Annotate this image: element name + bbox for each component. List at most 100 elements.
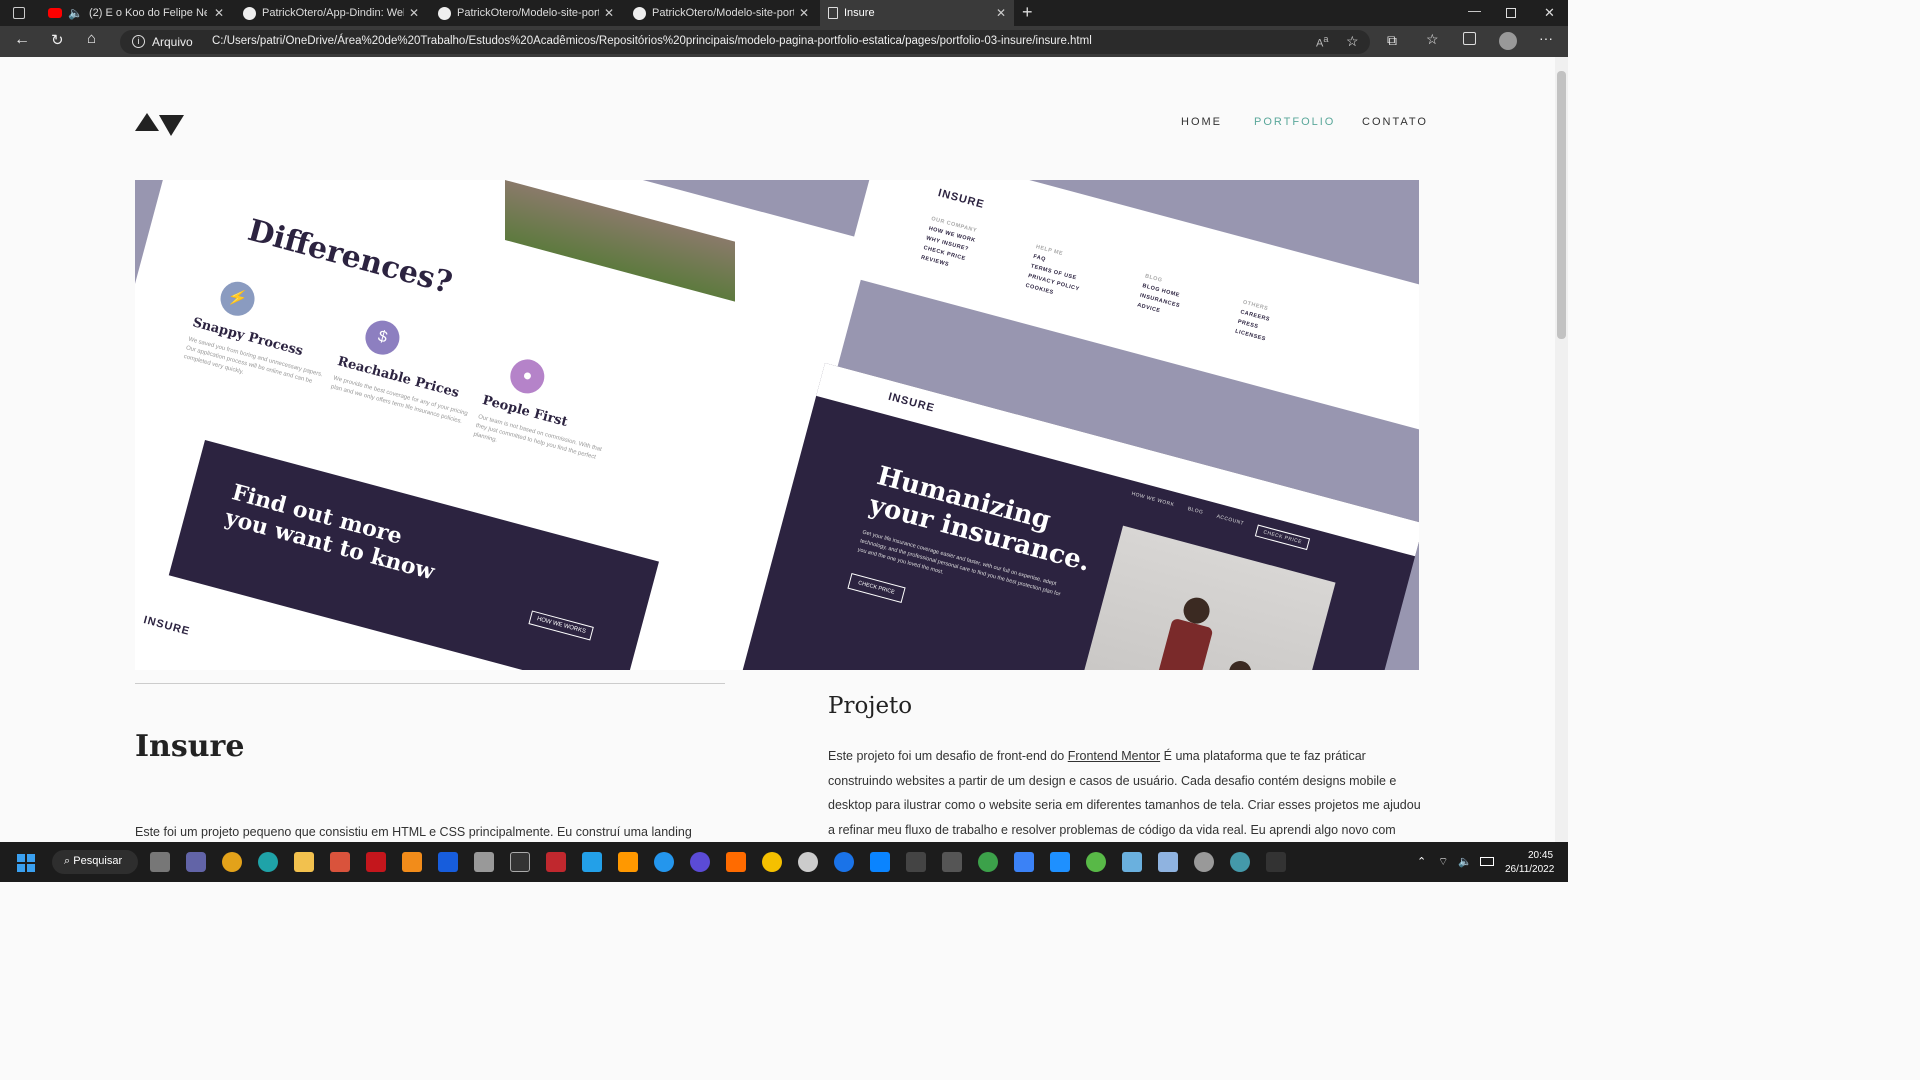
address-field[interactable]: i Arquivo C:/Users/patri/OneDrive/Área%2…: [120, 30, 1370, 54]
close-icon[interactable]: ✕: [799, 6, 809, 20]
back-icon[interactable]: ←: [14, 31, 30, 49]
taskbar-search[interactable]: ⌕ Pesquisar: [52, 850, 138, 874]
tab-actions-icon[interactable]: [13, 7, 25, 19]
project-summary: Este foi um projeto pequeno que consisti…: [135, 825, 692, 839]
sublime-icon[interactable]: [618, 852, 638, 872]
terminal-icon[interactable]: [510, 852, 530, 872]
lightning-icon: ⚡: [216, 277, 259, 320]
page-icon: [828, 7, 838, 19]
avatar[interactable]: [1499, 32, 1517, 50]
github-icon: [633, 6, 646, 20]
footer-logo: INSURE: [936, 187, 986, 211]
github-icon: [243, 6, 256, 20]
bitwarden-icon[interactable]: [438, 852, 458, 872]
taskbar-apps: [150, 852, 1286, 872]
restore-icon[interactable]: [1506, 8, 1516, 18]
terminal-icon[interactable]: [1266, 852, 1286, 872]
scrollbar[interactable]: [1555, 57, 1568, 842]
edge-icon[interactable]: [258, 852, 278, 872]
family-photo: [1068, 525, 1336, 670]
tab-github-modelo-1[interactable]: PatrickOtero/Modelo-site-portfo ✕: [430, 0, 622, 26]
devcpp-icon[interactable]: [546, 852, 566, 872]
nav-home[interactable]: HOME: [1181, 116, 1222, 128]
tab-title: PatrickOtero/Modelo-site-portfo: [457, 7, 599, 19]
app-icon[interactable]: [330, 852, 350, 872]
clock-time[interactable]: 20:45: [1528, 850, 1553, 861]
tab-github-dindin[interactable]: PatrickOtero/App-Dindin: Web-a ✕: [235, 0, 427, 26]
youtube-icon: [48, 8, 62, 18]
project-title: Insure: [135, 729, 245, 764]
hero-image: Differences? ⚡ Snappy Process We saved y…: [135, 180, 1419, 670]
app-icon[interactable]: [798, 852, 818, 872]
site-logo[interactable]: [135, 111, 185, 137]
tab-insure[interactable]: Insure ✕: [820, 0, 1014, 26]
app-icon[interactable]: [1194, 852, 1214, 872]
site-info-label[interactable]: Arquivo: [152, 35, 193, 49]
more-icon[interactable]: ···: [1539, 30, 1553, 46]
close-icon[interactable]: ✕: [996, 6, 1006, 20]
app-icon[interactable]: [942, 852, 962, 872]
tab-title: (2) E o Koo do Felipe Neto?: [88, 7, 207, 19]
utorrent-icon[interactable]: [1086, 852, 1106, 872]
feature-snappy: ⚡ Snappy Process We saved you from borin…: [182, 273, 341, 398]
app-icon[interactable]: [834, 852, 854, 872]
tab-title: PatrickOtero/App-Dindin: Web-a: [262, 7, 404, 19]
scrollbar-thumb[interactable]: [1557, 71, 1566, 339]
read-aloud-icon[interactable]: Aa: [1316, 34, 1328, 50]
minimize-icon[interactable]: —: [1468, 3, 1481, 18]
app-icon[interactable]: [1230, 852, 1250, 872]
tab-github-modelo-2[interactable]: PatrickOtero/Modelo-site-portfo ✕: [625, 0, 817, 26]
tab-title: Insure: [844, 7, 875, 19]
app-icon[interactable]: [978, 852, 998, 872]
docker-icon[interactable]: [654, 852, 674, 872]
url-text[interactable]: C:/Users/patri/OneDrive/Área%20de%20Trab…: [212, 35, 1092, 47]
app-icon[interactable]: [474, 852, 494, 872]
close-icon[interactable]: ✕: [214, 6, 224, 20]
nav-contato[interactable]: CONTATO: [1362, 116, 1428, 128]
search-icon: ⌕: [64, 855, 71, 867]
home-icon[interactable]: ⌂: [87, 30, 96, 47]
file-explorer-icon[interactable]: [294, 852, 314, 872]
task-view-icon[interactable]: [150, 852, 170, 872]
app-icon[interactable]: [1050, 852, 1070, 872]
clock-date[interactable]: 26/11/2022: [1505, 864, 1554, 875]
feature-prices: $ Reachable Prices We provide the best c…: [330, 312, 487, 428]
volume-icon[interactable]: 🔈: [1458, 855, 1472, 868]
app-icon[interactable]: [690, 852, 710, 872]
speaker-icon[interactable]: 🔈: [68, 6, 83, 20]
divider: [135, 683, 725, 684]
address-toolbar: ← ↻ ⌂ i Arquivo C:/Users/patri/OneDrive/…: [0, 26, 1568, 57]
chevron-up-icon[interactable]: ⌃: [1417, 855, 1426, 868]
extensions-icon[interactable]: ⧉: [1387, 32, 1397, 49]
info-icon[interactable]: i: [132, 35, 145, 48]
favorites-icon[interactable]: ☆: [1426, 31, 1439, 48]
github-icon: [438, 6, 451, 20]
close-icon[interactable]: ✕: [409, 6, 419, 20]
app-icon[interactable]: [726, 852, 746, 872]
app-icon[interactable]: [1122, 852, 1142, 872]
mockup-logo: INSURE: [886, 390, 936, 415]
app-icon[interactable]: [762, 852, 782, 872]
refresh-icon[interactable]: ↻: [51, 31, 64, 49]
close-window-icon[interactable]: ✕: [1544, 5, 1555, 21]
collections-icon[interactable]: [1463, 32, 1476, 45]
battery-icon[interactable]: [1480, 857, 1494, 866]
app-icon[interactable]: [906, 852, 926, 872]
tab-youtube[interactable]: 🔈 (2) E o Koo do Felipe Neto? ✕: [40, 0, 232, 26]
app-icon[interactable]: [870, 852, 890, 872]
nav-portfolio[interactable]: PORTFOLIO: [1254, 116, 1335, 128]
chrome-icon[interactable]: [222, 852, 242, 872]
favorite-icon[interactable]: ☆: [1346, 33, 1359, 50]
vscode-icon[interactable]: [582, 852, 602, 872]
vlc-icon[interactable]: [402, 852, 422, 872]
windows-start-icon[interactable]: [17, 854, 35, 872]
frontend-mentor-link[interactable]: Frontend Mentor: [1068, 749, 1160, 763]
app-icon[interactable]: [1158, 852, 1178, 872]
projeto-text-before: Este projeto foi um desafio de front-end…: [828, 749, 1068, 763]
wifi-icon[interactable]: ⌔: [1438, 855, 1448, 869]
pdf-icon[interactable]: [366, 852, 386, 872]
new-tab-icon[interactable]: +: [1022, 2, 1033, 23]
close-icon[interactable]: ✕: [604, 6, 614, 20]
teams-icon[interactable]: [186, 852, 206, 872]
app-icon[interactable]: [1014, 852, 1034, 872]
